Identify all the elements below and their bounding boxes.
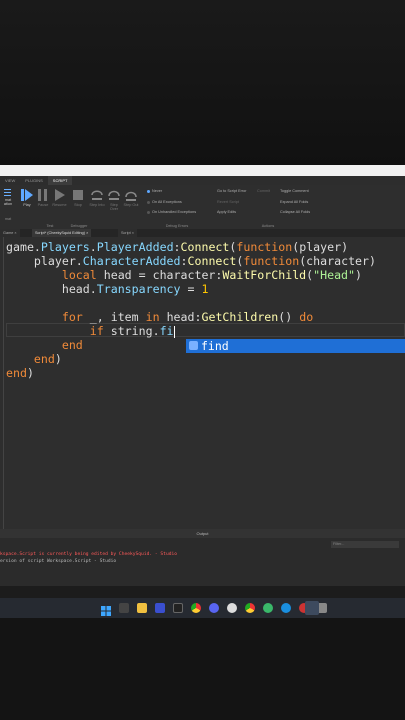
close-icon[interactable]: ×	[132, 231, 134, 235]
output-panel-title: Output	[0, 529, 405, 538]
output-line: kspace.Script is currently being edited …	[0, 552, 178, 557]
expand-all-folds-button[interactable]: Expand All Folds	[280, 200, 308, 204]
tab-script-editing[interactable]: Script* (CheekySquid Editing) ×	[32, 229, 92, 237]
document-tabs: Game × Script* (CheekySquid Editing) × S…	[0, 229, 405, 237]
resume-icon	[54, 189, 65, 201]
output-panel: Filter... kspace.Script is currently bei…	[0, 538, 405, 586]
collapse-all-folds-button[interactable]: Collapse All Folds	[280, 210, 310, 214]
code-line: game.Players.PlayerAdded:Connect(functio…	[6, 240, 349, 254]
script-editor[interactable]: game.Players.PlayerAdded:Connect(functio…	[0, 237, 405, 529]
actions-group: Go to Script Error Commit Revert Script …	[212, 185, 324, 229]
resume-button[interactable]: Resume	[51, 188, 68, 207]
code-line: end)	[33, 352, 62, 366]
app2-icon[interactable]	[263, 603, 273, 613]
format-label: mat	[4, 217, 12, 221]
stop-button[interactable]: Stop	[70, 188, 86, 207]
debug-errors-label: Debug Errors	[165, 224, 189, 228]
debug-errors-group: Never On All Exceptions On Unhandled Exc…	[142, 185, 212, 229]
format-group: mat ation mat Test	[0, 185, 53, 229]
step-out-button[interactable]: Step Out	[123, 188, 139, 207]
step-into-icon	[91, 190, 103, 200]
output-line: ersion of script Workspace.Script - Stud…	[0, 559, 117, 564]
tab-view[interactable]: VIEW	[0, 176, 20, 185]
obs-icon[interactable]	[227, 603, 237, 613]
chrome-alt-icon[interactable]	[245, 603, 255, 613]
step-out-icon	[125, 191, 137, 201]
commit-button[interactable]: Commit	[257, 189, 270, 193]
toggle-comment-button[interactable]: Toggle Comment	[280, 189, 309, 193]
revert-script-button[interactable]: Revert Script	[217, 200, 239, 204]
autocomplete-suggestion[interactable]: find	[186, 339, 405, 353]
radio-selected-icon	[147, 189, 150, 193]
radio-icon	[147, 200, 150, 204]
roblox-studio-icon[interactable]	[305, 601, 319, 615]
format-button[interactable]: mat ation	[0, 188, 16, 206]
file-explorer-icon[interactable]	[137, 603, 147, 613]
taskbar	[0, 598, 405, 618]
output-filter-input[interactable]: Filter...	[331, 541, 399, 548]
task-view-icon[interactable]	[119, 603, 129, 613]
debugger-group: Play Pause Resume Stop Step Into Step Ov…	[16, 185, 142, 229]
code-line: local head = character:WaitForChild("Hea…	[61, 268, 363, 282]
step-over-button[interactable]: Step Over	[106, 188, 122, 211]
pause-button[interactable]: Pause	[35, 188, 51, 207]
play-button[interactable]: Play	[18, 188, 36, 207]
code-line: end)	[6, 366, 34, 380]
edge-icon[interactable]	[281, 603, 291, 613]
windows-start-icon[interactable]	[101, 603, 111, 616]
video-top-area	[0, 0, 405, 165]
window-titlebar	[0, 165, 405, 176]
format-icon	[4, 189, 11, 196]
code-line: for _, item in head:GetChildren() do	[61, 310, 314, 324]
discord-icon[interactable]	[209, 603, 219, 613]
debugger-group-label: Debugger	[70, 224, 88, 228]
play-icon	[21, 189, 33, 201]
step-over-icon	[108, 190, 120, 200]
tab-script[interactable]: SCRIPT	[47, 176, 73, 185]
app-icon[interactable]	[155, 603, 165, 613]
radio-icon	[147, 210, 150, 214]
terminal-icon[interactable]	[173, 603, 183, 613]
pause-icon	[38, 189, 47, 201]
goto-script-error-button[interactable]: Go to Script Error	[217, 189, 247, 193]
code-line: if string.fi	[89, 324, 175, 338]
close-icon[interactable]: ×	[14, 231, 16, 235]
unhandled-exceptions-option[interactable]: On Unhandled Exceptions	[147, 210, 196, 214]
all-exceptions-option[interactable]: On All Exceptions	[147, 200, 182, 204]
ribbon-toolbar: mat ation mat Test Play Pause Resume Sto…	[0, 185, 405, 230]
tab-script[interactable]: Script ×	[118, 229, 137, 237]
function-icon	[189, 341, 198, 350]
ribbon-tabs: VIEW PLUGINS SCRIPT	[0, 176, 405, 185]
chrome-icon[interactable]	[191, 603, 201, 613]
fold-gutter	[3, 237, 4, 529]
close-icon[interactable]: ×	[86, 231, 88, 235]
stop-icon	[73, 190, 83, 200]
video-bottom-area	[0, 618, 405, 720]
tab-plugins[interactable]: PLUGINS	[20, 176, 48, 185]
code-text[interactable]: game.Players.PlayerAdded:Connect(functio…	[6, 240, 376, 380]
code-line: head.Transparency = 1	[6, 282, 209, 296]
step-into-button[interactable]: Step Into	[89, 188, 105, 207]
apply-edits-button[interactable]: Apply Edits	[217, 210, 236, 214]
actions-label: Actions	[261, 224, 275, 228]
tab-game[interactable]: Game ×	[0, 229, 20, 237]
window-bottom-edge	[0, 586, 405, 598]
never-option[interactable]: Never	[147, 189, 162, 193]
code-line: player.CharacterAdded:Connect(function(c…	[6, 254, 376, 268]
